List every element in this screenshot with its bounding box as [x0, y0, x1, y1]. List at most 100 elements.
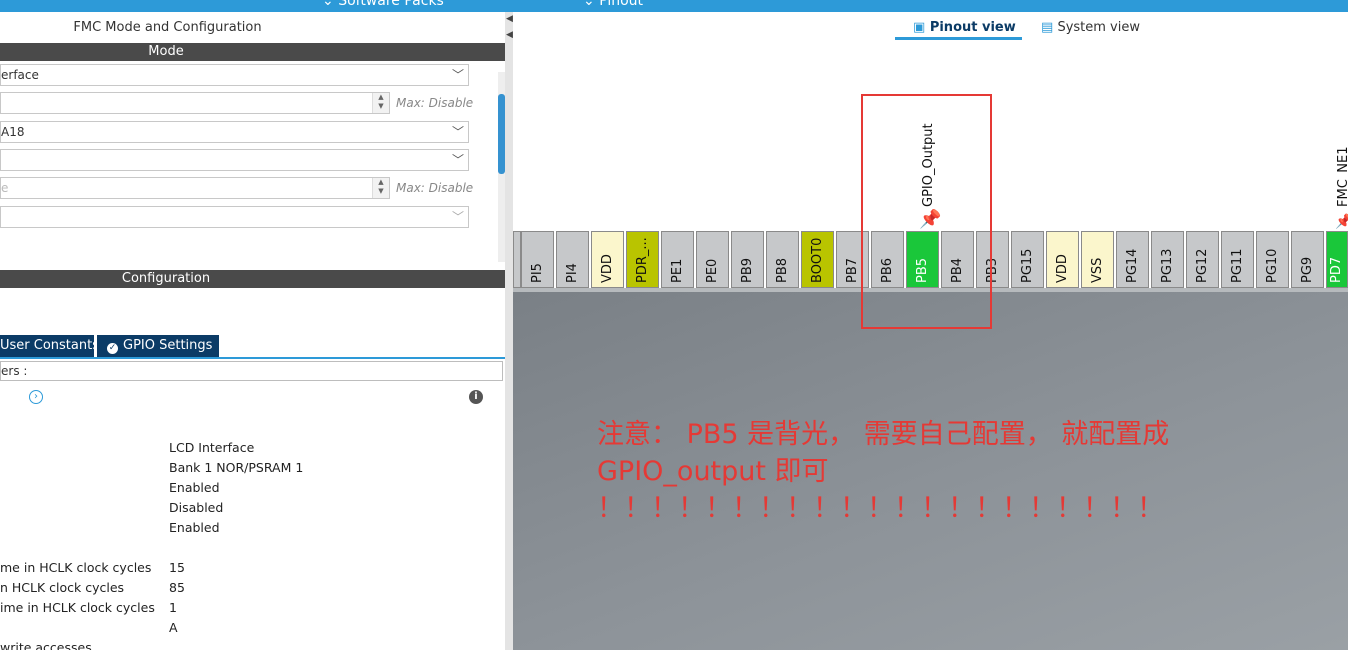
configuration-label: Configuration [121, 271, 211, 286]
pin-pdr[interactable]: PDR_... [626, 231, 659, 288]
tab-system-view[interactable]: ▤ System view [1041, 20, 1140, 35]
pin-pg14[interactable]: PG14 [1116, 231, 1149, 288]
pin-vdd[interactable]: VDD [591, 231, 624, 288]
annotation-line-3: ！！！！！！！！！！！！！！！！！！！！！ [597, 493, 1164, 524]
param-value: LCD Interface [169, 440, 255, 455]
param-row: ime in HCLK clock cycles 1 [0, 600, 500, 620]
pin-partial[interactable] [513, 231, 521, 288]
annotation-line-2: GPIO_output 即可 [597, 456, 829, 487]
pin-label: PDR_... [634, 237, 650, 283]
pin-vdd-2[interactable]: VDD [1046, 231, 1079, 288]
expand-arrow-icon[interactable]: › [29, 390, 43, 404]
pin-label: VDD [1054, 254, 1070, 283]
pin-label: PG14 [1124, 248, 1140, 283]
pin-pg13[interactable]: PG13 [1151, 231, 1184, 288]
param-value: Enabled [169, 520, 220, 535]
pin-label: PB8 [774, 257, 790, 283]
search-field-label: ers : [1, 364, 28, 378]
pin-pi5[interactable]: PI5 [521, 231, 554, 288]
pin-pg9[interactable]: PG9 [1291, 231, 1324, 288]
pin-pb8[interactable]: PB8 [766, 231, 799, 288]
param-value: 15 [169, 560, 185, 575]
param-value: 1 [169, 600, 177, 615]
mode-spinner-2-value: e [1, 181, 9, 195]
collapse-right-icon[interactable]: ◀ [506, 30, 513, 40]
spinner-arrows-icon[interactable]: ▲ ▼ [372, 178, 389, 198]
pin-pd7[interactable]: PD7 [1326, 231, 1348, 288]
max-disable-hint-2: Max: Disable [396, 181, 474, 195]
pin-pb9[interactable]: PB9 [731, 231, 764, 288]
mode-select-3[interactable]: ﹀ [0, 149, 469, 171]
param-row: LCD Interface [0, 440, 500, 460]
param-value: 85 [169, 580, 185, 595]
pin-label: PI5 [529, 263, 545, 283]
info-icon[interactable]: i [469, 390, 483, 404]
chevron-down-icon: ﹀ [451, 153, 464, 167]
pin-label: PE0 [704, 258, 720, 283]
chevron-down-icon: ﹀ [451, 210, 464, 224]
pinout-panel: ▣ Pinout view ▤ System view PI5 PI4 VDD … [513, 12, 1348, 650]
pin-label: BOOT0 [809, 237, 825, 283]
collapse-left-icon[interactable]: ◀ [506, 14, 513, 24]
top-menu-bar: ⌄ Software Packs ⌄ Pinout [0, 0, 1348, 12]
param-row: Enabled [0, 480, 500, 500]
pin-label: VDD [599, 254, 615, 283]
search-field[interactable]: ers : [0, 361, 503, 381]
pin-label: PG11 [1229, 248, 1245, 283]
param-row: Disabled [0, 500, 500, 520]
pin-pg15[interactable]: PG15 [1011, 231, 1044, 288]
check-circle-icon: ✓ [107, 343, 118, 354]
panel-splitter[interactable]: ◀ ◀ [505, 12, 513, 650]
pin-boot0[interactable]: BOOT0 [801, 231, 834, 288]
active-tab-underline [895, 37, 1022, 40]
param-row: me in HCLK clock cycles 15 [0, 560, 500, 580]
tab-gpio-settings[interactable]: ✓ GPIO Settings [97, 335, 219, 357]
mode-scrollbar[interactable] [498, 72, 505, 262]
pin-pg11[interactable]: PG11 [1221, 231, 1254, 288]
pinout-label: Pinout [599, 0, 644, 9]
mode-select-2-value: A18 [1, 125, 25, 139]
panel-title: FMC Mode and Configuration [73, 20, 262, 35]
pin-label: PG15 [1019, 248, 1035, 283]
param-value: A [169, 620, 178, 635]
mode-spinner-2[interactable]: e ▲ ▼ [0, 177, 390, 199]
pin-label: PG12 [1194, 248, 1210, 283]
pin-label: VSS [1089, 257, 1105, 283]
pin-label: PD7 [1329, 256, 1344, 283]
fmc-config-panel: FMC Mode and Configuration Mode erface ﹀ … [0, 12, 507, 650]
param-value: Enabled [169, 480, 220, 495]
mode-select-2[interactable]: A18 ﹀ [0, 121, 469, 143]
spinner-arrows-icon[interactable]: ▲ ▼ [372, 93, 389, 113]
annotation-line-1: 注意： PB5 是背光， 需要自己配置， 就配置成 [597, 419, 1170, 450]
annotation-note: 注意： PB5 是背光， 需要自己配置， 就配置成 GPIO_output 即可… [597, 416, 1337, 527]
tab-user-constants[interactable]: User Constants [0, 335, 94, 357]
pin-pe0[interactable]: PE0 [696, 231, 729, 288]
pin-pg12[interactable]: PG12 [1186, 231, 1219, 288]
tab-system-view-label: System view [1057, 20, 1140, 35]
pd7-signal-label: FMC_NE1 [1336, 146, 1348, 207]
mode-select-1-value: erface [1, 68, 39, 82]
pin-pe1[interactable]: PE1 [661, 231, 694, 288]
tab-pinout-view[interactable]: ▣ Pinout view [913, 20, 1016, 35]
pin-pg10[interactable]: PG10 [1256, 231, 1289, 288]
pin-label: PG10 [1264, 248, 1280, 283]
pin-pi4[interactable]: PI4 [556, 231, 589, 288]
pin-label: PG9 [1299, 256, 1315, 283]
scrollbar-thumb[interactable] [498, 94, 505, 174]
tab-gpio-settings-label: GPIO Settings [123, 338, 213, 353]
software-packs-label: Software Packs [338, 0, 444, 9]
mode-section-header: Mode [0, 43, 507, 61]
chip-icon: ▣ [913, 20, 926, 35]
pin-label: PB9 [739, 257, 755, 283]
param-row: A [0, 620, 500, 640]
highlight-box [861, 94, 992, 329]
pin-label: PI4 [564, 263, 580, 283]
tab-underline [0, 357, 505, 359]
mode-select-1[interactable]: erface ﹀ [0, 64, 469, 86]
mode-spinner-1[interactable]: ▲ ▼ [0, 92, 390, 114]
pin-vss[interactable]: VSS [1081, 231, 1114, 288]
pinout-menu[interactable]: ⌄ Pinout [583, 0, 643, 9]
param-name: me in HCLK clock cycles [0, 560, 152, 575]
mode-select-4[interactable]: ﹀ [0, 206, 469, 228]
software-packs-menu[interactable]: ⌄ Software Packs [322, 0, 444, 9]
